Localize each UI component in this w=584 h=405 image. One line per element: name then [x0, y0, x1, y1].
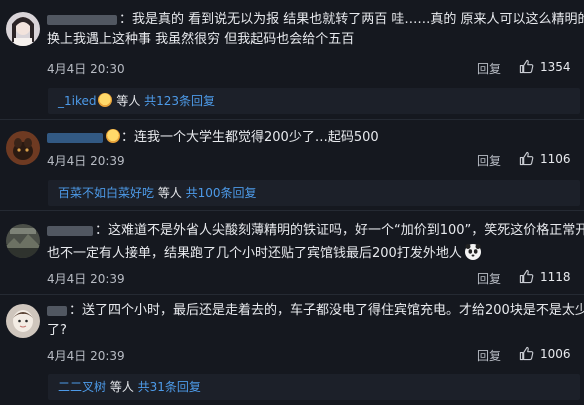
sub-reply-mid-text: 等人 [106, 380, 138, 394]
face-emoji-icon [97, 93, 112, 107]
comment-text-cont: 换上我遇上这种事 我虽然很穷 但我起码也会给个五百 [47, 30, 577, 50]
user-avatar[interactable] [6, 131, 40, 165]
user-avatar[interactable] [6, 12, 40, 46]
reply-button[interactable]: 回复 [477, 347, 501, 364]
reply-button[interactable]: 回复 [477, 60, 501, 77]
comment-date: 4月4日 20:39 [47, 154, 125, 168]
sub-reply-user[interactable]: 二二叉树 [58, 380, 106, 394]
thumbs-up-icon[interactable] [519, 346, 534, 361]
comment-line-2: 也不一定有人接单，结果跑了几个小时还贴了宾馆钱最后200打发外地人 [47, 246, 462, 261]
comment-line-1: ：送了四个小时，最后还是走着去的，车子都没电了得住宾馆充电。才给200块是不是太… [69, 303, 584, 318]
comment-text-cont: 也不一定有人接单，结果跑了几个小时还贴了宾馆钱最后200打发外地人 [47, 243, 577, 264]
sub-reply-count-link[interactable]: 共31条回复 [138, 380, 201, 394]
like-count: 1006 [540, 347, 571, 361]
sub-reply-user[interactable]: _1iked [58, 94, 97, 108]
reply-button[interactable]: 回复 [477, 152, 501, 169]
user-avatar[interactable] [6, 304, 40, 338]
like-count: 1118 [540, 270, 571, 284]
like-count: 1354 [540, 60, 571, 74]
comment-text: ：我是真的 看到说无以为报 结果也就转了两百 哇……真的 原来人可以这么精明的嘛 [47, 10, 584, 30]
comment-date: 4月4日 20:30 [47, 62, 125, 76]
thumbs-up-icon[interactable] [519, 269, 534, 284]
thumbs-up-icon[interactable] [519, 151, 534, 166]
comment-date: 4月4日 20:39 [47, 349, 125, 363]
comment-text: ：送了四个小时，最后还是走着去的，车子都没电了得住宾馆充电。才给200块是不是太… [47, 301, 584, 321]
username-redacted[interactable] [47, 14, 117, 25]
comment-meta: 4月4日 20:39 回复 1106 [47, 151, 577, 169]
sub-replies-box[interactable]: _1iked 等人 共123条回复 [48, 88, 580, 114]
comment-date: 4月4日 20:39 [47, 272, 125, 286]
sub-reply-user[interactable]: 百菜不如白菜好吃 [58, 186, 154, 200]
panda-sticker-icon [464, 243, 482, 261]
username-redacted[interactable] [47, 225, 93, 236]
sub-replies-box[interactable]: 二二叉树 等人 共31条回复 [48, 374, 580, 400]
comment-meta: 4月4日 20:30 回复 1354 [47, 59, 577, 77]
comment-line-1: ：我是真的 看到说无以为报 结果也就转了两百 哇……真的 原来人可以这么精明的嘛 [119, 12, 584, 27]
thumbs-up-icon[interactable] [519, 59, 534, 74]
divider [0, 294, 584, 295]
comment-line-1: ：这难道不是外省人尖酸刻薄精明的铁证吗，好一个“加价到100”，笑死这价格正常开… [95, 223, 584, 238]
divider [0, 210, 584, 211]
face-emoji-icon [106, 129, 120, 143]
comment-text: ：连我一个大学生都觉得200少了…起码500 [47, 128, 577, 148]
like-count: 1106 [540, 152, 571, 166]
sub-reply-mid-text: 等人 [112, 94, 145, 108]
username-redacted[interactable] [47, 132, 103, 143]
sub-reply-mid-text: 等人 [154, 186, 186, 200]
divider [0, 119, 584, 120]
comment-text-cont: 了? [47, 321, 577, 341]
comment-text: ：这难道不是外省人尖酸刻薄精明的铁证吗，好一个“加价到100”，笑死这价格正常开… [47, 221, 584, 241]
comment-line-2: 换上我遇上这种事 我虽然很穷 但我起码也会给个五百 [47, 32, 355, 47]
comment-line-1: ：连我一个大学生都觉得200少了…起码500 [121, 130, 379, 145]
sub-reply-count-link[interactable]: 共123条回复 [144, 94, 215, 108]
sub-replies-box[interactable]: 百菜不如白菜好吃 等人 共100条回复 [48, 180, 580, 206]
comment-meta: 4月4日 20:39 回复 1006 [47, 346, 577, 364]
username-redacted[interactable] [47, 305, 67, 316]
reply-button[interactable]: 回复 [477, 270, 501, 287]
comment-line-2: 了? [47, 323, 67, 338]
sub-reply-count-link[interactable]: 共100条回复 [186, 186, 257, 200]
comment-meta: 4月4日 20:39 回复 1118 [47, 269, 577, 287]
user-avatar[interactable] [6, 224, 40, 258]
